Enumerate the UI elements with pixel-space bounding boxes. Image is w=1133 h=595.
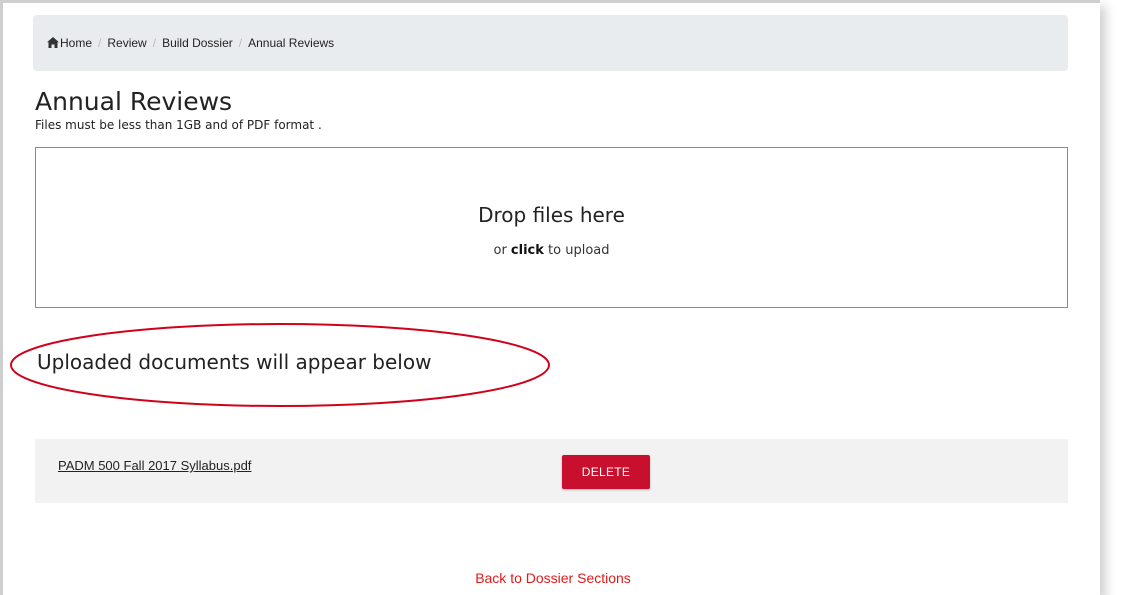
dropzone-title: Drop files here (478, 203, 625, 227)
uploaded-file-row: PADM 500 Fall 2017 Syllabus.pdf DELETE (35, 439, 1068, 503)
home-icon (47, 37, 59, 48)
breadcrumb: Home / Review / Build Dossier / Annual R… (33, 15, 1068, 71)
dropzone-subtitle: or click to upload (36, 243, 1067, 258)
uploaded-documents-heading: Uploaded documents will appear below (37, 350, 432, 374)
upload-requirements-hint: Files must be less than 1GB and of PDF f… (35, 118, 322, 132)
breadcrumb-item-home[interactable]: Home (47, 36, 92, 50)
dropzone-sub-prefix: or (493, 243, 511, 258)
file-dropzone[interactable]: Drop files here or click to upload (35, 147, 1068, 308)
dropzone-sub-suffix: to upload (543, 243, 610, 258)
breadcrumb-item-annual-reviews: Annual Reviews (248, 36, 335, 50)
uploaded-file-link[interactable]: PADM 500 Fall 2017 Syllabus.pdf (58, 458, 251, 473)
breadcrumb-label-home: Home (60, 36, 93, 50)
breadcrumb-separator: / (98, 36, 102, 50)
breadcrumb-item-build-dossier[interactable]: Build Dossier (162, 36, 233, 50)
breadcrumb-item-review[interactable]: Review (107, 36, 146, 50)
dropzone-click-word: click (510, 243, 544, 258)
breadcrumb-separator: / (152, 36, 157, 50)
breadcrumb-separator: / (238, 36, 243, 50)
app-window: Home / Review / Build Dossier / Annual R… (0, 0, 1100, 595)
delete-file-button[interactable]: DELETE (562, 455, 650, 489)
back-to-dossier-sections-link[interactable]: Back to Dossier Sections (3, 570, 1103, 586)
page-title: Annual Reviews (35, 87, 233, 116)
